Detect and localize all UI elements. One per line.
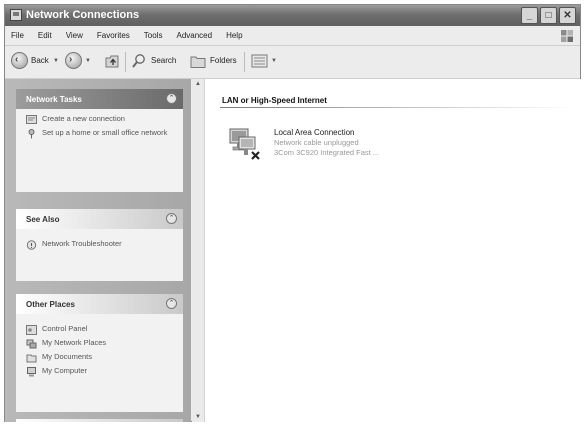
my-computer-icon	[27, 367, 36, 377]
explorer-window: Network Connections _ □ ✕ File Edit View…	[4, 4, 581, 422]
my-documents-link[interactable]: My Documents	[26, 352, 175, 363]
local-area-connection-icon[interactable]	[225, 123, 265, 163]
menu-bar: File Edit View Favorites Tools Advanced …	[5, 27, 580, 46]
forward-dropdown-icon[interactable]: ▼	[85, 58, 91, 64]
network-places-link[interactable]: My Network Places	[26, 338, 175, 349]
task-pane: Network Tasks ⌃ Create a new connection …	[5, 79, 191, 422]
see-also-title: See Also	[26, 215, 60, 224]
home-network-icon	[28, 129, 35, 139]
views-dropdown-icon[interactable]: ▼	[271, 58, 277, 64]
back-arrow-icon[interactable]: ‹	[11, 52, 28, 69]
connections-view: ▲ ▼ LAN or High-Speed Internet Local Are…	[192, 79, 581, 422]
up-folder-icon[interactable]	[104, 53, 120, 69]
collapse-chevron-icon[interactable]: ⌃	[166, 298, 177, 309]
menu-edit[interactable]: Edit	[38, 31, 52, 40]
toolbar: ‹ Back ▼ › ▼ Search Folders ▼	[5, 46, 580, 79]
minimize-button[interactable]: _	[521, 7, 538, 24]
control-panel-link[interactable]: Control Panel	[26, 324, 175, 335]
menu-tools[interactable]: Tools	[144, 31, 163, 40]
group-divider	[220, 107, 575, 108]
back-dropdown-icon[interactable]: ▼	[53, 58, 59, 64]
vertical-scrollbar[interactable]: ▲ ▼	[192, 79, 205, 422]
see-also-header[interactable]: See Also ⌃	[16, 209, 183, 229]
folders-icon[interactable]	[190, 53, 206, 69]
folders-button[interactable]: Folders	[210, 56, 237, 65]
my-computer-link[interactable]: My Computer	[26, 366, 175, 377]
collapse-chevron-icon[interactable]: ⌃	[166, 213, 177, 224]
connection-status: Network cable unplugged	[274, 138, 359, 147]
menu-view[interactable]: View	[66, 31, 83, 40]
network-troubleshooter-link[interactable]: Network Troubleshooter	[26, 239, 175, 250]
collapse-chevron-icon[interactable]: ⌃	[166, 93, 177, 104]
network-tasks-header[interactable]: Network Tasks ⌃	[16, 89, 183, 109]
my-documents-icon	[26, 354, 37, 363]
other-places-title: Other Places	[26, 300, 75, 309]
scroll-up-icon[interactable]: ▲	[195, 81, 201, 87]
network-places-icon	[26, 339, 37, 349]
network-connections-icon	[10, 9, 22, 21]
menu-advanced[interactable]: Advanced	[176, 31, 212, 40]
create-connection-link[interactable]: Create a new connection	[26, 114, 175, 124]
troubleshooter-icon	[26, 240, 37, 250]
maximize-button[interactable]: □	[540, 7, 557, 24]
network-tasks-panel: Network Tasks ⌃ Create a new connection …	[16, 89, 183, 192]
scroll-down-icon[interactable]: ▼	[195, 414, 201, 420]
network-tasks-title: Network Tasks	[26, 95, 82, 104]
forward-arrow-icon[interactable]: ›	[65, 52, 82, 69]
control-panel-icon	[26, 325, 37, 335]
window-title: Network Connections	[26, 9, 140, 21]
connection-name[interactable]: Local Area Connection	[274, 128, 355, 137]
see-also-panel: See Also ⌃ Network Troubleshooter	[16, 209, 183, 281]
menu-favorites[interactable]: Favorites	[97, 31, 130, 40]
search-icon[interactable]	[131, 53, 147, 69]
menu-help[interactable]: Help	[226, 31, 242, 40]
connection-device: 3Com 3C920 Integrated Fast ...	[274, 148, 380, 157]
search-button[interactable]: Search	[151, 56, 176, 65]
other-places-header[interactable]: Other Places ⌃	[16, 294, 183, 314]
home-network-link[interactable]: Set up a home or small office network	[26, 128, 175, 139]
group-title: LAN or High-Speed Internet	[222, 96, 327, 105]
windows-logo-icon	[561, 30, 573, 42]
close-button[interactable]: ✕	[559, 7, 576, 24]
menu-file[interactable]: File	[11, 31, 24, 40]
new-connection-icon	[26, 115, 37, 124]
back-button[interactable]: Back	[31, 56, 49, 65]
views-icon[interactable]	[251, 53, 269, 69]
title-bar[interactable]: Network Connections _ □ ✕	[5, 5, 580, 26]
details-panel	[16, 419, 183, 422]
other-places-panel: Other Places ⌃ Control Panel My Network …	[16, 294, 183, 412]
